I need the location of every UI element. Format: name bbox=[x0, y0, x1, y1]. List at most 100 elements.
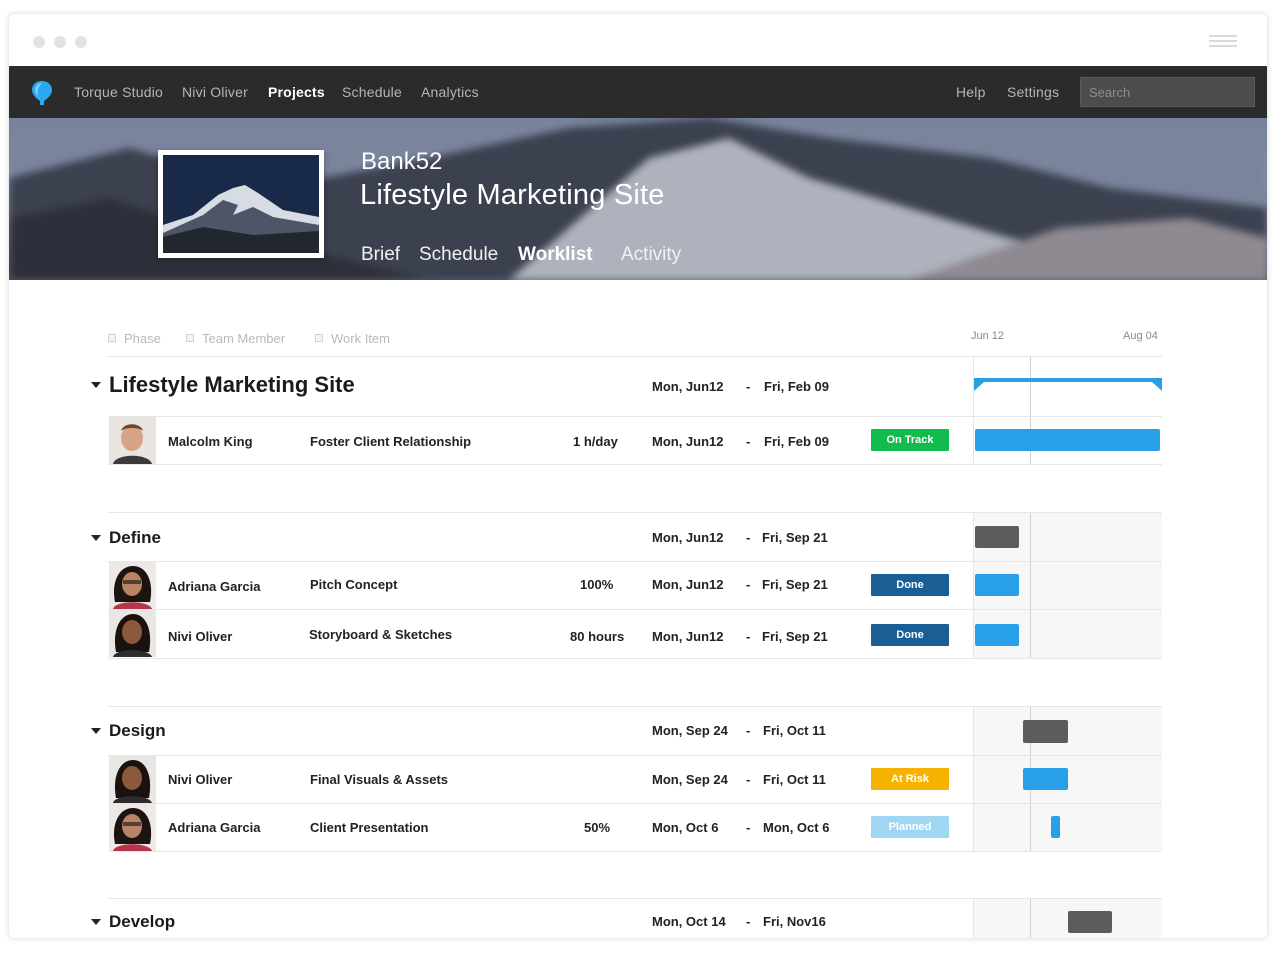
today-line bbox=[1030, 899, 1031, 938]
end-date: Fri, Oct 11 bbox=[763, 772, 826, 787]
project-thumbnail bbox=[158, 150, 324, 258]
date-separator: - bbox=[746, 629, 751, 644]
project-title: Lifestyle Marketing Site bbox=[360, 179, 665, 211]
end-date: Fri, Sep 21 bbox=[762, 629, 828, 644]
divider bbox=[108, 755, 1162, 756]
nav-item-analytics[interactable]: Analytics bbox=[421, 84, 479, 100]
divider bbox=[108, 658, 1162, 659]
gantt-bar[interactable] bbox=[1023, 768, 1068, 790]
work-item-name[interactable]: Pitch Concept bbox=[310, 577, 397, 592]
avatar-adriana-garcia bbox=[109, 804, 156, 851]
date-separator: - bbox=[746, 379, 751, 394]
effort: 80 hours bbox=[570, 629, 625, 644]
start-date: Mon, Jun12 bbox=[652, 577, 724, 592]
window-minimize-dot[interactable] bbox=[54, 36, 66, 48]
phase-end-date: Fri, Oct 11 bbox=[763, 723, 826, 738]
nav-item-settings[interactable]: Settings bbox=[1007, 84, 1059, 100]
filter-team-member[interactable]: Team Member bbox=[186, 331, 285, 346]
status-badge[interactable]: Done bbox=[871, 574, 949, 596]
date-separator: - bbox=[746, 577, 751, 592]
divider bbox=[108, 803, 1162, 804]
avatar bbox=[109, 562, 156, 609]
tab-brief[interactable]: Brief bbox=[361, 244, 400, 266]
app-logo-icon[interactable] bbox=[31, 80, 53, 106]
menu-icon[interactable] bbox=[1209, 35, 1237, 49]
gantt-bar[interactable] bbox=[1051, 816, 1060, 838]
avatar-adriana-garcia bbox=[109, 562, 156, 609]
nav-item-torque-studio[interactable]: Torque Studio bbox=[74, 84, 163, 100]
filter-team-member-label: Team Member bbox=[202, 331, 286, 346]
avatar-nivi-oliver bbox=[109, 756, 156, 803]
group-end-date: Fri, Feb 09 bbox=[764, 379, 830, 394]
collapse-caret-icon[interactable] bbox=[91, 728, 101, 734]
status-badge[interactable]: Planned bbox=[871, 816, 949, 838]
top-navbar: Torque Studio Nivi Oliver Projects Sched… bbox=[9, 66, 1267, 118]
phase-start-date: Mon, Sep 24 bbox=[652, 723, 728, 738]
browser-window: Torque Studio Nivi Oliver Projects Sched… bbox=[9, 14, 1267, 938]
phase-start-date: Mon, Jun12 bbox=[652, 530, 724, 545]
status-badge[interactable]: At Risk bbox=[871, 768, 949, 790]
filter-work-item[interactable]: Work Item bbox=[315, 331, 390, 346]
date-separator: - bbox=[746, 434, 751, 449]
avatar-nivi-oliver bbox=[109, 610, 156, 657]
avatar bbox=[109, 610, 156, 657]
checkbox-icon[interactable] bbox=[108, 334, 116, 342]
search-input[interactable] bbox=[1080, 77, 1255, 107]
window-titlebar bbox=[9, 14, 1267, 66]
nav-item-help[interactable]: Help bbox=[956, 84, 986, 100]
work-item-name[interactable]: Client Presentation bbox=[310, 820, 428, 835]
start-date: Mon, Oct 6 bbox=[652, 820, 719, 835]
date-separator: - bbox=[746, 914, 751, 929]
end-date: Mon, Oct 6 bbox=[763, 820, 830, 835]
nav-item-schedule[interactable]: Schedule bbox=[342, 84, 402, 100]
date-separator: - bbox=[746, 820, 751, 835]
effort: 50% bbox=[584, 820, 611, 835]
window-close-dot[interactable] bbox=[33, 36, 45, 48]
filter-phase[interactable]: Phase bbox=[108, 331, 161, 346]
member-name: Adriana Garcia bbox=[168, 579, 261, 594]
work-item-name[interactable]: Final Visuals & Assets bbox=[310, 772, 448, 787]
work-item-name[interactable]: Storyboard & Sketches bbox=[309, 627, 452, 642]
checkbox-icon[interactable] bbox=[315, 334, 323, 342]
tab-activity[interactable]: Activity bbox=[621, 244, 681, 266]
avatar bbox=[109, 417, 156, 464]
nav-item-nivi-oliver[interactable]: Nivi Oliver bbox=[182, 84, 248, 100]
timeline-start-label: Jun 12 bbox=[971, 330, 1005, 342]
end-date: Fri, Sep 21 bbox=[762, 577, 828, 592]
date-separator: - bbox=[746, 772, 751, 787]
phase-gantt-bar[interactable] bbox=[975, 526, 1019, 548]
today-line bbox=[1030, 513, 1031, 658]
collapse-caret-icon[interactable] bbox=[91, 535, 101, 541]
avatar-malcolm-king bbox=[109, 417, 156, 464]
checkbox-icon[interactable] bbox=[186, 334, 194, 342]
start-date: Mon, Jun12 bbox=[652, 629, 724, 644]
project-hero-banner: Bank52 Lifestyle Marketing Site Brief Sc… bbox=[9, 118, 1267, 280]
effort: 100% bbox=[580, 577, 614, 592]
phase-gantt-bar[interactable] bbox=[1023, 720, 1068, 743]
avatar bbox=[109, 756, 156, 803]
start-date: Mon, Jun12 bbox=[652, 434, 724, 449]
collapse-caret-icon[interactable] bbox=[91, 919, 101, 925]
status-badge[interactable]: Done bbox=[871, 624, 949, 646]
date-separator: - bbox=[746, 723, 751, 738]
member-name: Nivi Oliver bbox=[168, 629, 233, 644]
start-date: Mon, Sep 24 bbox=[652, 772, 728, 787]
work-item-name[interactable]: Foster Client Relationship bbox=[310, 434, 471, 449]
divider bbox=[108, 851, 1162, 852]
gantt-bar[interactable] bbox=[975, 574, 1019, 596]
phase-gantt-bar[interactable] bbox=[1068, 911, 1112, 933]
nav-item-projects[interactable]: Projects bbox=[268, 84, 325, 100]
effort: 1 h/day bbox=[573, 434, 618, 449]
window-maximize-dot[interactable] bbox=[75, 36, 87, 48]
divider bbox=[108, 416, 1162, 417]
phase-title-define: Define bbox=[109, 528, 161, 547]
status-badge[interactable]: On Track bbox=[871, 429, 949, 451]
gantt-bar[interactable] bbox=[975, 624, 1019, 646]
tab-worklist[interactable]: Worklist bbox=[518, 244, 593, 266]
divider bbox=[108, 609, 1162, 610]
gantt-bar[interactable] bbox=[975, 429, 1160, 451]
collapse-caret-icon[interactable] bbox=[91, 382, 101, 388]
avatar bbox=[109, 804, 156, 851]
group-start-date: Mon, Jun12 bbox=[652, 379, 724, 394]
tab-schedule[interactable]: Schedule bbox=[419, 244, 498, 266]
